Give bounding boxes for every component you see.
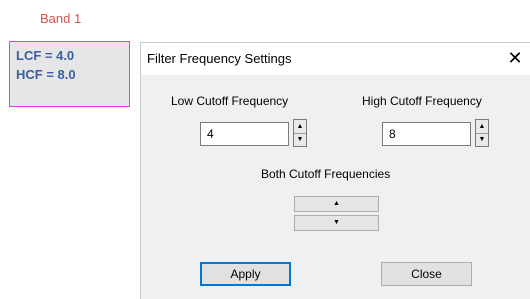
high-cutoff-input[interactable]: 8 bbox=[382, 122, 471, 146]
close-button[interactable]: Close bbox=[381, 262, 472, 286]
close-icon[interactable]: ✕ bbox=[505, 47, 525, 69]
apply-button[interactable]: Apply bbox=[200, 262, 291, 286]
both-cutoff-label: Both Cutoff Frequencies bbox=[261, 167, 391, 181]
low-cutoff-label: Low Cutoff Frequency bbox=[171, 94, 289, 108]
workspace: Band 1 LCF = 4.0 HCF = 8.0 Filter Freque… bbox=[0, 0, 530, 299]
both-cutoff-up-button[interactable]: ▲ bbox=[294, 196, 379, 212]
high-cutoff-label: High Cutoff Frequency bbox=[362, 94, 482, 108]
low-cutoff-down-arrow-icon[interactable]: ▼ bbox=[294, 133, 306, 146]
high-cutoff-down-arrow-icon[interactable]: ▼ bbox=[476, 133, 488, 146]
hcf-readout: HCF = 8.0 bbox=[16, 67, 76, 82]
band-info-box[interactable]: LCF = 4.0 HCF = 8.0 bbox=[9, 41, 130, 107]
low-cutoff-spinner: ▲ ▼ bbox=[293, 119, 307, 147]
high-cutoff-spinner: ▲ ▼ bbox=[475, 119, 489, 147]
high-cutoff-up-arrow-icon[interactable]: ▲ bbox=[476, 120, 488, 134]
band-title: Band 1 bbox=[40, 11, 82, 26]
dialog-titlebar[interactable]: Filter Frequency Settings ✕ bbox=[141, 43, 530, 75]
low-cutoff-up-arrow-icon[interactable]: ▲ bbox=[294, 120, 306, 134]
low-cutoff-input[interactable]: 4 bbox=[200, 122, 289, 146]
both-cutoff-down-button[interactable]: ▼ bbox=[294, 215, 379, 231]
dialog-title: Filter Frequency Settings bbox=[147, 51, 292, 66]
lcf-readout: LCF = 4.0 bbox=[16, 48, 75, 63]
filter-frequency-dialog: Filter Frequency Settings ✕ Low Cutoff F… bbox=[140, 42, 530, 299]
